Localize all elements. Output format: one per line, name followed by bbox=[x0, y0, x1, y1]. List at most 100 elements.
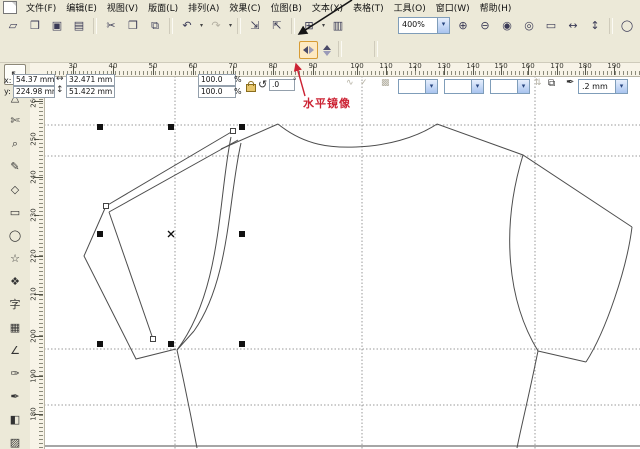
zoom-page-width-icon[interactable]: ↔ bbox=[563, 16, 583, 35]
menu-item[interactable]: 文件(F) bbox=[21, 3, 61, 15]
outline-style-combo[interactable]: ▾ bbox=[444, 79, 484, 94]
pattern-path[interactable] bbox=[177, 350, 197, 448]
menu-item[interactable]: 表格(T) bbox=[348, 3, 389, 15]
paste-icon[interactable]: ⧉ bbox=[145, 16, 165, 35]
selection-handle[interactable] bbox=[168, 124, 174, 130]
object-height-field[interactable]: 51.422 mm bbox=[66, 86, 115, 98]
menu-item[interactable]: 文本(X) bbox=[307, 3, 348, 15]
end-arrowhead-combo[interactable]: ▾ bbox=[490, 79, 530, 94]
zoom-selected-icon[interactable]: ◉ bbox=[497, 16, 517, 35]
welcome-screen-icon[interactable]: ▥ bbox=[328, 16, 348, 35]
selection-handle[interactable] bbox=[239, 124, 245, 130]
menu-item[interactable]: 版面(L) bbox=[143, 3, 183, 15]
print-icon[interactable]: ▤ bbox=[69, 16, 89, 35]
polygon-tool[interactable]: ☆ bbox=[4, 248, 26, 269]
fill-tool[interactable]: ◧ bbox=[4, 409, 26, 430]
pattern-drawing[interactable] bbox=[44, 76, 640, 449]
application-launcher-icon[interactable]: ⊞ bbox=[299, 16, 319, 35]
to-front-icon[interactable]: ⧉ bbox=[548, 78, 555, 89]
scale-v-field[interactable]: 100.0 bbox=[198, 86, 236, 98]
smart-fill-tool[interactable]: ◇ bbox=[4, 179, 26, 200]
object-node[interactable] bbox=[151, 337, 156, 342]
menu-item[interactable]: 工具(O) bbox=[389, 3, 431, 15]
zoom-out-icon[interactable]: ⊖ bbox=[475, 16, 495, 35]
pattern-path[interactable] bbox=[109, 212, 153, 339]
drawing-canvas[interactable] bbox=[44, 76, 640, 449]
menu-item[interactable]: 窗口(W) bbox=[431, 3, 475, 15]
pattern-path[interactable] bbox=[586, 227, 632, 362]
pattern-path[interactable] bbox=[538, 351, 586, 362]
ruler-label: 30 bbox=[69, 62, 78, 70]
x-position-field[interactable]: 54.37 mm bbox=[13, 74, 55, 86]
y-position-field[interactable]: 224.98 mm bbox=[13, 86, 55, 98]
chevron-down-icon[interactable]: ▾ bbox=[198, 22, 205, 29]
chevron-down-icon[interactable]: ▾ bbox=[320, 22, 327, 29]
selection-handle[interactable] bbox=[97, 231, 103, 237]
rectangle-tool[interactable]: ▭ bbox=[4, 202, 26, 223]
pattern-path[interactable] bbox=[109, 140, 238, 212]
new-document-icon[interactable]: ▱ bbox=[3, 16, 23, 35]
zoom-page-icon[interactable]: ▭ bbox=[541, 16, 561, 35]
percent-sign: % bbox=[234, 87, 242, 96]
outline-pen-tool[interactable]: ✒ bbox=[4, 386, 26, 407]
zoom-all-objects-icon[interactable]: ◎ bbox=[519, 16, 539, 35]
menu-item[interactable]: 位图(B) bbox=[266, 3, 307, 15]
open-icon[interactable]: ❒ bbox=[25, 16, 45, 35]
copy-icon[interactable]: ❐ bbox=[123, 16, 143, 35]
interactive-fill-tool[interactable]: ▨ bbox=[4, 432, 26, 449]
crop-tool[interactable]: ✄ bbox=[4, 110, 26, 131]
zoom-level-combo[interactable]: 400% ▾ bbox=[398, 17, 450, 34]
menu-item[interactable]: 帮助(H) bbox=[475, 3, 517, 15]
lock-ratio-icon[interactable] bbox=[246, 84, 256, 92]
full-screen-preview-icon[interactable]: ◯ bbox=[617, 16, 637, 35]
table-tool[interactable]: ▦ bbox=[4, 317, 26, 338]
import-icon[interactable]: ⇲ bbox=[245, 16, 265, 35]
menu-item[interactable]: 视图(V) bbox=[102, 3, 143, 15]
chevron-down-icon[interactable]: ▾ bbox=[471, 80, 483, 93]
start-arrowhead-combo[interactable]: ▾ bbox=[398, 79, 438, 94]
chevron-down-icon[interactable]: ▾ bbox=[437, 18, 449, 33]
ellipse-tool[interactable]: ◯ bbox=[4, 225, 26, 246]
chevron-down-icon[interactable]: ▾ bbox=[425, 80, 437, 93]
dimension-tool[interactable]: ∠ bbox=[4, 340, 26, 361]
object-width-field[interactable]: 32.471 mm bbox=[66, 74, 115, 86]
horizontal-ruler[interactable]: 2030405060708090100110120130140150160170… bbox=[44, 62, 640, 77]
zoom-page-height-icon[interactable]: ↕ bbox=[585, 16, 605, 35]
menu-item[interactable]: 排列(A) bbox=[183, 3, 224, 15]
eyedropper-tool[interactable]: ✑ bbox=[4, 363, 26, 384]
chevron-down-icon[interactable]: ▾ bbox=[517, 80, 529, 93]
export-icon[interactable]: ⇱ bbox=[267, 16, 287, 35]
mirror-horizontal-button[interactable] bbox=[299, 41, 318, 59]
freehand-tool[interactable]: ✎ bbox=[4, 156, 26, 177]
pattern-path[interactable] bbox=[278, 124, 437, 147]
selection-handle[interactable] bbox=[239, 231, 245, 237]
cut-icon[interactable]: ✂ bbox=[101, 16, 121, 35]
chevron-down-icon[interactable]: ▾ bbox=[227, 22, 234, 29]
object-node[interactable] bbox=[231, 129, 236, 134]
text-tool[interactable]: 字 bbox=[4, 294, 26, 315]
save-icon[interactable]: ▣ bbox=[47, 16, 67, 35]
selection-handle[interactable] bbox=[239, 341, 245, 347]
document-icon[interactable] bbox=[3, 1, 17, 14]
menu-item[interactable]: 效果(C) bbox=[224, 3, 265, 15]
pattern-path[interactable] bbox=[177, 137, 231, 350]
zoom-in-icon[interactable]: ⊕ bbox=[453, 16, 473, 35]
object-node[interactable] bbox=[104, 204, 109, 209]
mirror-vertical-button[interactable] bbox=[317, 41, 336, 59]
outline-width-combo[interactable]: .2 mm ▾ bbox=[578, 79, 628, 94]
pattern-path[interactable] bbox=[510, 155, 538, 351]
pattern-path[interactable] bbox=[84, 206, 176, 359]
selection-handle[interactable] bbox=[168, 341, 174, 347]
undo-icon[interactable]: ↶ bbox=[177, 16, 197, 35]
zoom-tool[interactable]: ⌕ bbox=[4, 133, 26, 154]
pattern-path[interactable] bbox=[177, 331, 194, 350]
selection-handle[interactable] bbox=[97, 341, 103, 347]
vertical-ruler[interactable]: 260250240230220210200190180 bbox=[30, 76, 45, 449]
selection-handle[interactable] bbox=[97, 124, 103, 130]
menu-item[interactable]: 编辑(E) bbox=[61, 3, 102, 15]
scale-h-field[interactable]: 100.0 bbox=[198, 74, 236, 86]
chevron-down-icon[interactable]: ▾ bbox=[615, 80, 627, 93]
rotation-angle-field[interactable]: .0 bbox=[269, 79, 295, 91]
basic-shapes-tool[interactable]: ❖ bbox=[4, 271, 26, 292]
pattern-path[interactable] bbox=[106, 131, 233, 206]
